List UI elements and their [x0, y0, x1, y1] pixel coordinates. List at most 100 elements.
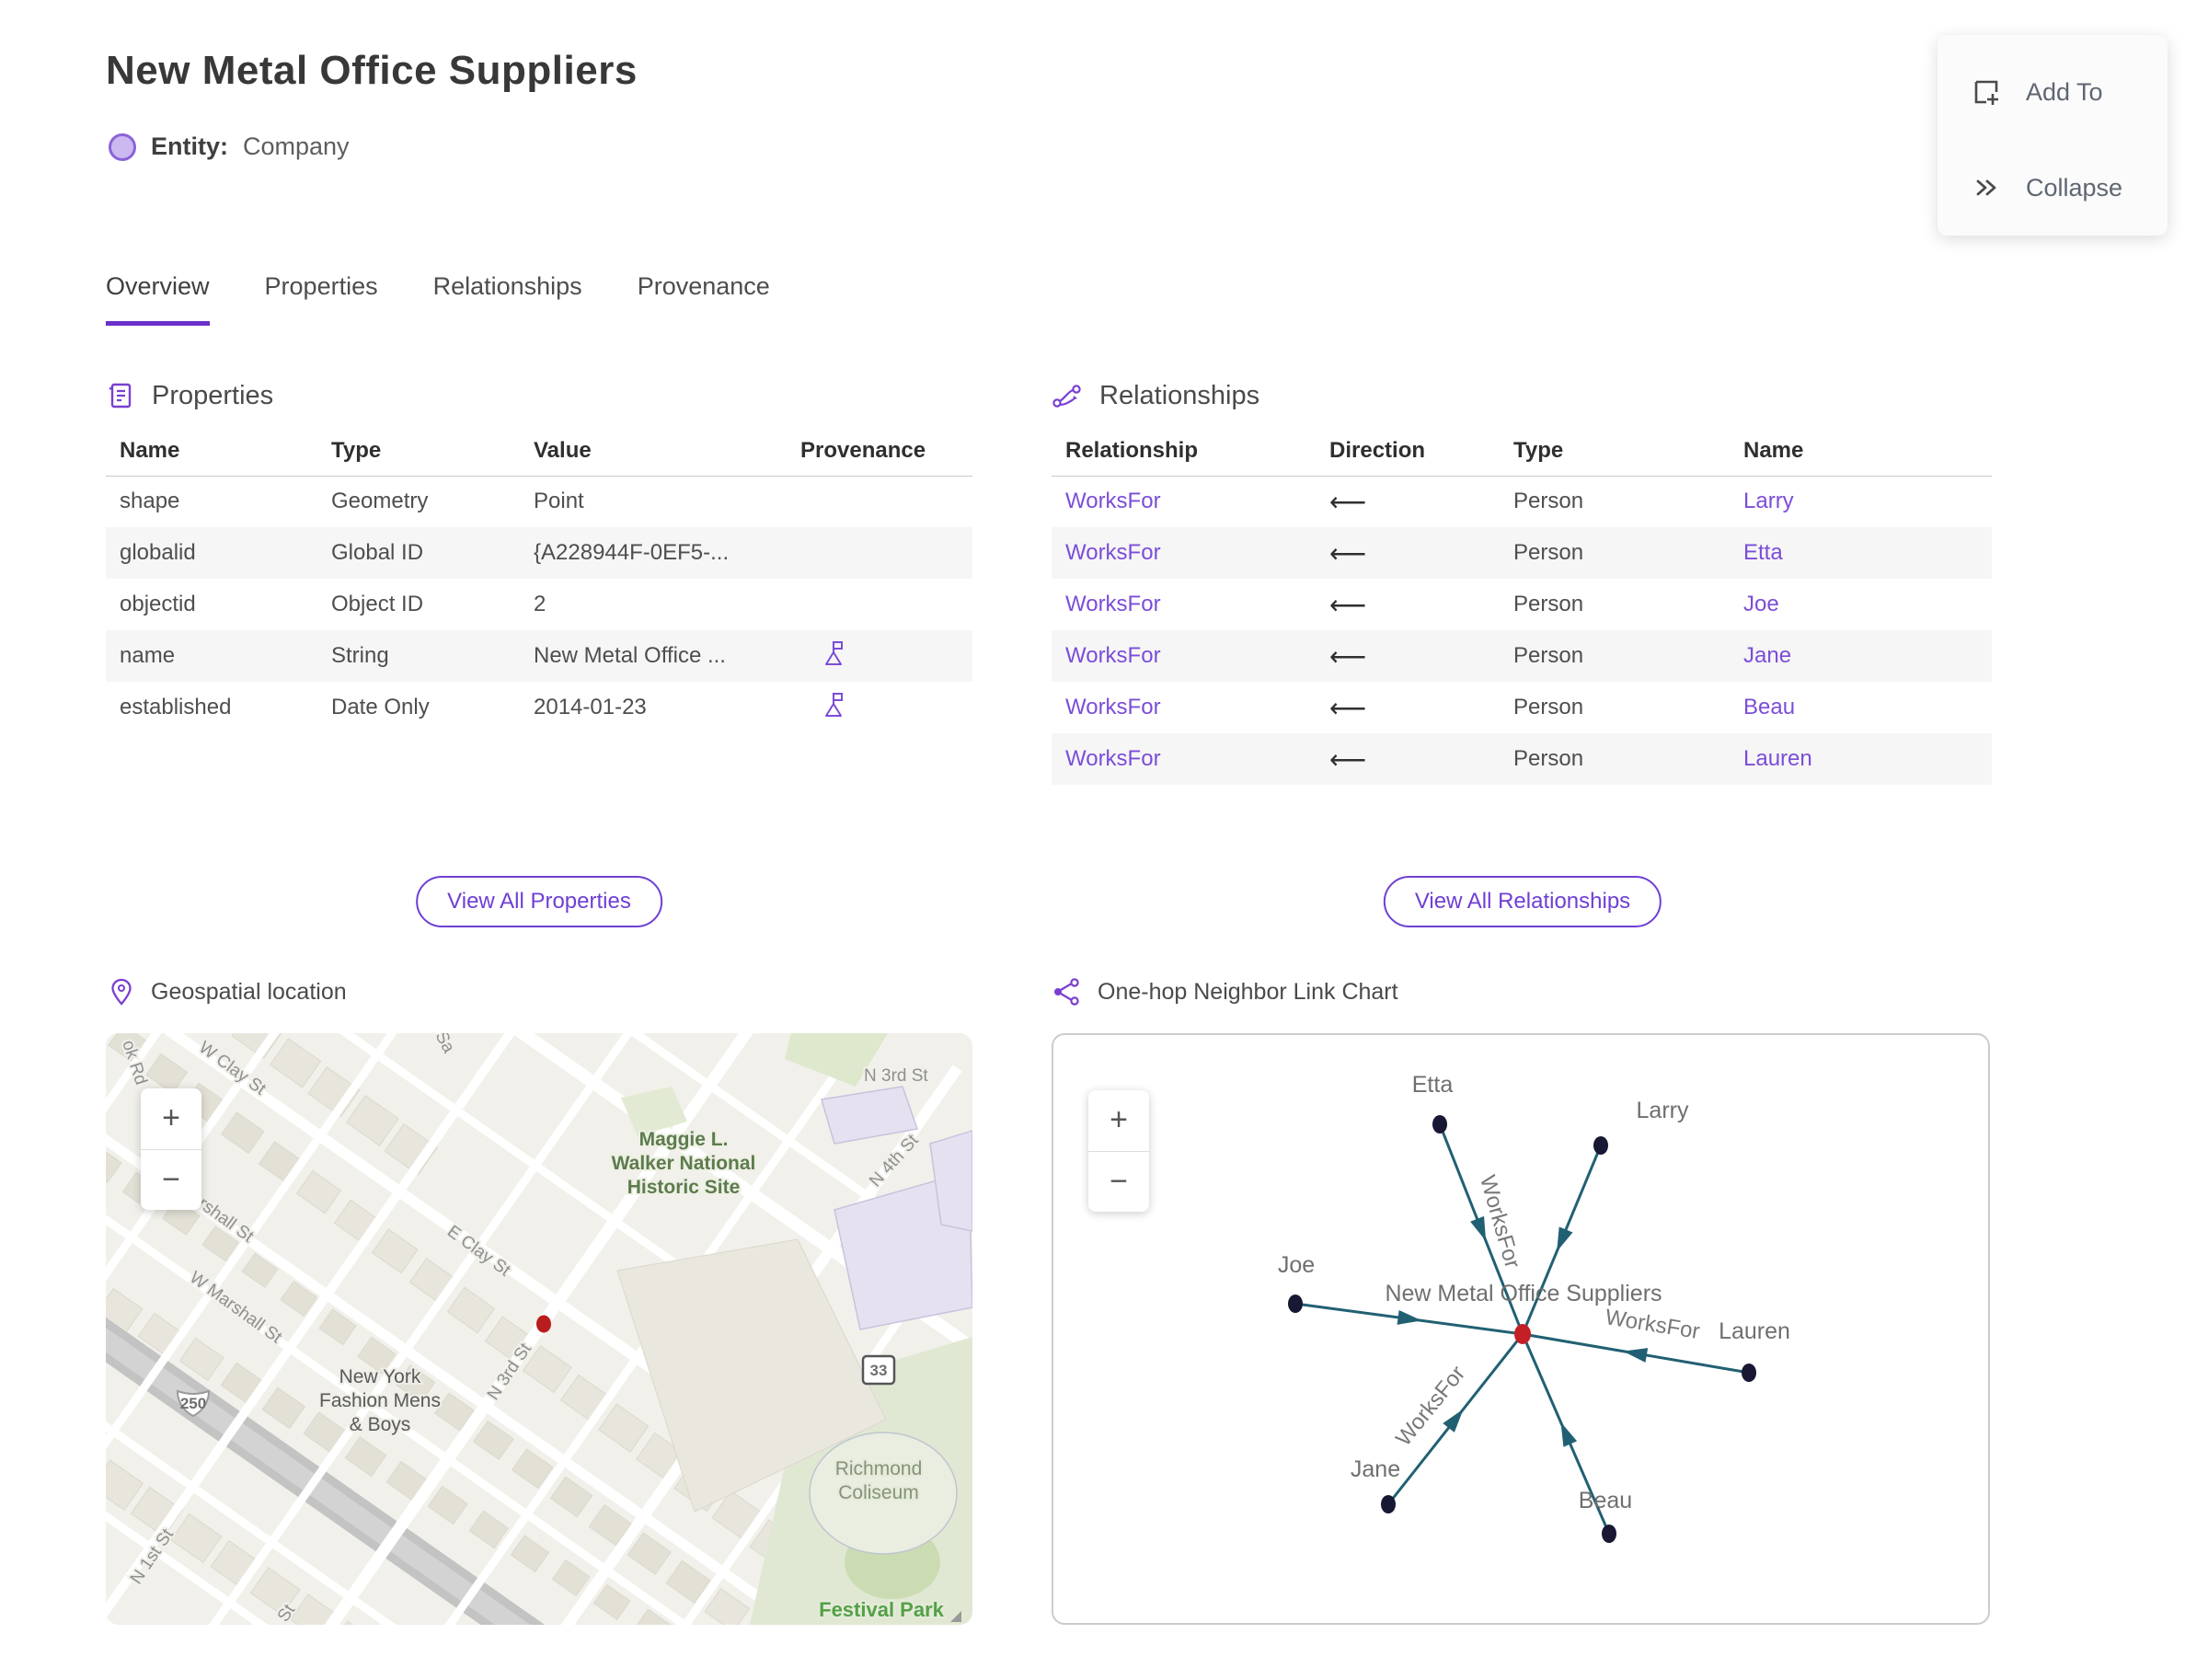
- map-zoom-out-button[interactable]: −: [141, 1150, 201, 1211]
- tab-provenance[interactable]: Provenance: [638, 272, 770, 326]
- graph-node-label: Larry: [1637, 1098, 1689, 1123]
- relationship-row: WorksFor ⟵ Person Lauren: [1052, 733, 1992, 785]
- view-all-properties-button[interactable]: View All Properties: [416, 876, 662, 927]
- tab-relationships[interactable]: Relationships: [433, 272, 582, 326]
- geospatial-map[interactable]: ok Rd W Clay St Sa Marshall St W Marshall St…: [106, 1033, 972, 1625]
- add-to-button[interactable]: Add To: [1971, 66, 2168, 118]
- direction-arrow: ⟵: [1329, 641, 1367, 671]
- route-shield: 33: [861, 1354, 896, 1386]
- property-type: String: [331, 643, 389, 668]
- graph-center-node[interactable]: [1514, 1324, 1531, 1344]
- property-type: Object ID: [331, 592, 424, 616]
- related-entity-link[interactable]: Larry: [1743, 489, 1794, 513]
- relationships-link-icon: [1052, 384, 1081, 408]
- map-label: N 3rd St: [864, 1066, 928, 1086]
- graph-edge-arrowhead: [1623, 1348, 1649, 1363]
- col-header-type: Type: [1500, 426, 1730, 477]
- view-all-relationships-button[interactable]: View All Relationships: [1383, 876, 1662, 927]
- chart-zoom-control: + −: [1088, 1090, 1149, 1212]
- graph-node[interactable]: [1593, 1136, 1608, 1155]
- map-label: Festival Park: [819, 1598, 945, 1621]
- related-entity-link[interactable]: Jane: [1743, 643, 1791, 668]
- related-entity-link[interactable]: Etta: [1743, 540, 1783, 565]
- entity-label: Entity:: [151, 132, 228, 160]
- relationship-type-link[interactable]: WorksFor: [1065, 643, 1161, 668]
- svg-text:33: 33: [870, 1362, 888, 1379]
- graph-node[interactable]: [1432, 1115, 1447, 1133]
- relationship-row: WorksFor ⟵ Person Beau: [1052, 682, 1992, 733]
- entity-type-row: Entity: Company: [109, 132, 350, 161]
- related-entity-type: Person: [1513, 489, 1584, 514]
- property-row: objectid Object ID 2: [106, 579, 972, 630]
- direction-arrow: ⟵: [1329, 590, 1367, 619]
- graph-edge-label: WorksFor: [1604, 1305, 1702, 1344]
- graph-node[interactable]: [1742, 1364, 1756, 1382]
- property-provenance: [787, 476, 972, 527]
- property-name: established: [120, 695, 232, 719]
- relationship-row: WorksFor ⟵ Person Larry: [1052, 476, 1992, 527]
- property-provenance: [787, 527, 972, 579]
- properties-table: Name Type Value Provenance shape Geometry…: [106, 426, 972, 733]
- property-provenance: [787, 579, 972, 630]
- collapse-button[interactable]: Collapse: [1971, 162, 2168, 213]
- relationships-table: Relationship Direction Type Name WorksFo…: [1052, 426, 1992, 785]
- property-type: Geometry: [331, 489, 429, 514]
- provenance-flag-icon[interactable]: [822, 639, 845, 667]
- tab-bar: Overview Properties Relationships Proven…: [106, 272, 770, 326]
- property-row: name String New Metal Office ...: [106, 630, 972, 682]
- tab-properties[interactable]: Properties: [265, 272, 378, 326]
- relationship-row: WorksFor ⟵ Person Joe: [1052, 579, 1992, 630]
- relationship-row: WorksFor ⟵ Person Etta: [1052, 527, 1992, 579]
- relationship-type-link[interactable]: WorksFor: [1065, 592, 1161, 616]
- map-label: Walker National: [612, 1153, 756, 1174]
- col-header-name: Name: [106, 426, 317, 477]
- property-value: Point: [534, 489, 584, 514]
- graph-edge-label: WorksFor: [1391, 1362, 1470, 1451]
- graph-node[interactable]: [1602, 1525, 1616, 1543]
- one-hop-link-chart[interactable]: WorksFor WorksFor WorksFor Etta Larry Joe Laur…: [1052, 1033, 1990, 1625]
- related-entity-type: Person: [1513, 746, 1584, 771]
- related-entity-type: Person: [1513, 540, 1584, 565]
- graph-node-label: Lauren: [1719, 1318, 1790, 1344]
- property-type: Global ID: [331, 540, 424, 565]
- relationship-type-link[interactable]: WorksFor: [1065, 695, 1161, 719]
- map-label: & Boys: [350, 1414, 411, 1435]
- related-entity-type: Person: [1513, 643, 1584, 668]
- related-entity-link[interactable]: Lauren: [1743, 746, 1812, 771]
- graph-node[interactable]: [1381, 1495, 1396, 1513]
- svg-text:250: 250: [180, 1395, 206, 1412]
- link-chart-canvas: WorksForWorksForWorksForEttaLarryJoeLaur…: [1278, 1072, 1790, 1543]
- col-header-relationship: Relationship: [1052, 426, 1316, 477]
- map-zoom-control: + −: [141, 1088, 201, 1210]
- col-header-type: Type: [317, 426, 520, 477]
- provenance-flag-icon[interactable]: [822, 691, 845, 719]
- map-zoom-in-button[interactable]: +: [141, 1088, 201, 1150]
- property-value: New Metal Office ...: [534, 643, 726, 668]
- chart-zoom-out-button[interactable]: −: [1088, 1152, 1149, 1213]
- graph-edge-arrowhead: [1560, 1421, 1578, 1447]
- map-label: Richmond: [835, 1458, 923, 1479]
- entity-location-marker[interactable]: [536, 1315, 551, 1333]
- related-entity-link[interactable]: Beau: [1743, 695, 1795, 719]
- double-chevron-right-icon: [1976, 179, 1996, 196]
- property-provenance: [787, 630, 972, 682]
- map-label: Maggie L.: [639, 1129, 729, 1150]
- link-chart-section-header: One-hop Neighbor Link Chart: [1052, 977, 1398, 1007]
- graph-node-label: Beau: [1579, 1488, 1632, 1513]
- relationship-type-link[interactable]: WorksFor: [1065, 746, 1161, 771]
- col-header-value: Value: [520, 426, 787, 477]
- relationship-type-link[interactable]: WorksFor: [1065, 489, 1161, 513]
- graph-node[interactable]: [1288, 1295, 1303, 1313]
- geospatial-section-header: Geospatial location: [109, 977, 347, 1007]
- graph-node-label: Jane: [1351, 1456, 1400, 1482]
- direction-arrow: ⟵: [1329, 693, 1367, 722]
- map-pin-icon: [111, 978, 132, 1006]
- map-label: Fashion Mens: [319, 1390, 441, 1411]
- relationships-section: Relationships Relationship Direction Typ…: [1052, 381, 1995, 785]
- related-entity-link[interactable]: Joe: [1743, 592, 1779, 616]
- property-value: 2014-01-23: [534, 695, 647, 719]
- link-chart-section-title: One-hop Neighbor Link Chart: [1098, 978, 1398, 1005]
- relationship-type-link[interactable]: WorksFor: [1065, 540, 1161, 565]
- tab-overview[interactable]: Overview: [106, 272, 210, 326]
- chart-zoom-in-button[interactable]: +: [1088, 1090, 1149, 1152]
